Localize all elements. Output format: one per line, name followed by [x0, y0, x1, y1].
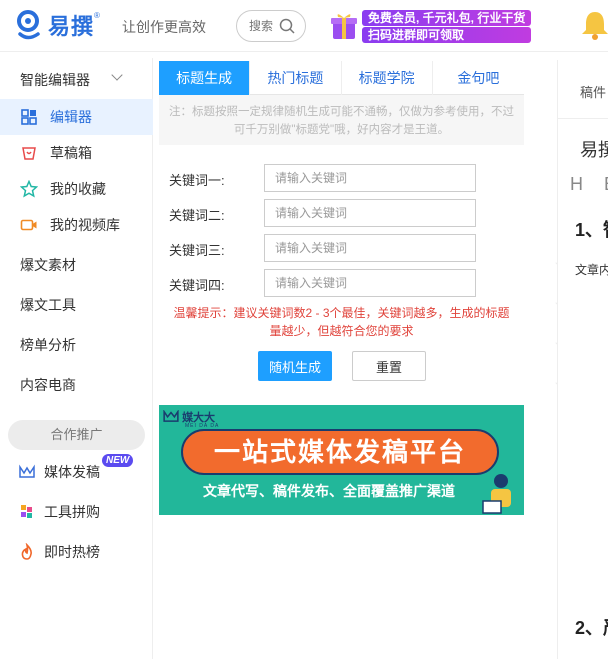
- sidebar-item-label: 编辑器: [50, 109, 92, 125]
- video-camera-icon: [20, 219, 37, 231]
- sidebar-item-label: 草稿箱: [50, 145, 92, 161]
- generate-button[interactable]: 随机生成: [258, 351, 332, 381]
- sidebar-item-smart-editor[interactable]: 智能编辑器: [0, 62, 153, 98]
- logo-text: 易撰: [48, 14, 95, 39]
- tab-hot-titles[interactable]: 热门标题: [250, 61, 342, 95]
- keyword-row-4: 关键词四:: [169, 269, 489, 297]
- puzzle-icon: [21, 505, 32, 518]
- sidebar-item-media-publish[interactable]: 媒体发稿 NEW: [0, 454, 153, 490]
- promo-banner[interactable]: 免费会员, 千元礼包, 行业干货 扫码进群即可领取: [330, 9, 532, 43]
- sidebar-item-label: 即时热榜: [44, 544, 100, 560]
- reset-button[interactable]: 重置: [352, 351, 426, 381]
- sidebar-item-label: 智能编辑器: [20, 72, 90, 88]
- hint-text: 温馨提示：建议关键词数2 - 3个最佳，关键词越多，生成的标题量越少，但越符合您…: [173, 306, 510, 338]
- editor-preview-panel: 稿件 易撰 H E 1、智 文章内 2、严: [557, 60, 608, 659]
- flame-icon: [21, 543, 32, 560]
- tab-golden-quotes[interactable]: 金句吧: [433, 61, 524, 95]
- sidebar-item-ranking[interactable]: 榜单分析: [0, 327, 567, 363]
- logo-icon: [17, 10, 40, 40]
- sidebar-item-hot-list[interactable]: 即时热榜: [0, 534, 153, 570]
- keyword-row-1: 关键词一:: [169, 164, 489, 192]
- sidebar-item-label: 爆文工具: [20, 297, 76, 313]
- sidebar-item-label: 榜单分析: [20, 337, 76, 353]
- sidebar-item-ecommerce[interactable]: 内容电商: [0, 367, 567, 403]
- star-icon: [20, 180, 38, 198]
- sidebar-item-label: 我的收藏: [50, 181, 106, 197]
- keyword-label: 关键词三:: [169, 243, 225, 258]
- keyword-input-1[interactable]: [264, 164, 476, 192]
- person-illustration-icon: [482, 474, 511, 514]
- search-icon[interactable]: [279, 18, 295, 34]
- sidebar-item-material[interactable]: 爆文素材: [0, 247, 567, 283]
- keyword-label: 关键词一:: [169, 173, 225, 188]
- tab-title-generate[interactable]: 标题生成: [159, 61, 251, 95]
- sidebar-item-videos[interactable]: 我的视频库: [0, 207, 153, 243]
- keyword-label: 关键词二:: [169, 208, 225, 223]
- search-box[interactable]: [236, 10, 306, 42]
- right-divider: [558, 118, 608, 119]
- sidebar-item-label: 内容电商: [20, 377, 76, 393]
- sidebar: 智能编辑器 编辑器 草稿箱 我的收藏 我的视频库 爆文素材 爆文工具 榜单分析 …: [0, 58, 567, 659]
- sidebar-item-label: 媒体发稿: [44, 464, 100, 480]
- section-heading-1: 1、智: [575, 220, 608, 240]
- logo-registered-mark: ®: [94, 10, 100, 20]
- coop-section-header: 合作推广: [8, 420, 145, 450]
- keyword-input-3[interactable]: [264, 234, 476, 262]
- promo-text-block: 免费会员, 千元礼包, 行业干货 扫码进群即可领取: [358, 9, 532, 43]
- top-header: 易撰 ® 让创作更高效 免费会员, 千元礼包, 行业干货 扫码进群即可领取: [0, 0, 608, 52]
- new-badge: NEW: [102, 454, 134, 467]
- tab-title-academy[interactable]: 标题学院: [342, 61, 433, 95]
- keyword-row-3: 关键词三:: [169, 234, 489, 262]
- banner-subtitle: 文章代写、稿件发布、全面覆盖推广渠道: [203, 483, 455, 499]
- sidebar-item-tools[interactable]: 爆文工具: [0, 287, 567, 323]
- bell-icon[interactable]: [578, 8, 608, 42]
- notice-text: 注：标题按照一定规律随机生成可能不通畅，仅做为参考使用，不过可千万别做"标题党"…: [159, 95, 524, 145]
- ad-banner[interactable]: 媒大大 MEI DA DA 一站式媒体发稿平台 文章代写、稿件发布、全面覆盖推广…: [159, 405, 524, 515]
- draft-box-icon: [22, 147, 36, 160]
- site-logo[interactable]: 易撰 ®: [14, 8, 100, 42]
- section-heading-2: 2、严: [575, 618, 608, 638]
- search-input[interactable]: [249, 19, 279, 33]
- banner-headline: 一站式媒体发稿平台: [181, 429, 499, 475]
- sidebar-item-group-buy[interactable]: 工具拼购: [0, 494, 153, 530]
- gift-icon: [331, 14, 357, 39]
- article-body-text: 文章内: [575, 263, 608, 277]
- grid-icon: [21, 109, 37, 125]
- media-logo-icon: [19, 464, 35, 478]
- heading-toolbar[interactable]: H E: [570, 174, 608, 195]
- media-logo-icon: [163, 409, 179, 422]
- sidebar-item-editor[interactable]: 编辑器: [0, 99, 153, 135]
- title-tabs: 标题生成 热门标题 标题学院 金句吧: [159, 61, 524, 95]
- keyword-label: 关键词四:: [169, 278, 225, 293]
- sidebar-item-drafts[interactable]: 草稿箱: [0, 135, 153, 171]
- right-tab-label[interactable]: 稿件: [580, 82, 606, 101]
- keyword-input-4[interactable]: [264, 269, 476, 297]
- keyword-row-2: 关键词二:: [169, 199, 489, 227]
- sidebar-item-label: 工具拼购: [44, 504, 100, 520]
- promo-line-2: 扫码进群即可领取: [362, 26, 532, 43]
- site-slogan: 让创作更高效: [122, 19, 206, 35]
- sidebar-item-favorites[interactable]: 我的收藏: [0, 171, 153, 207]
- keyword-input-2[interactable]: [264, 199, 476, 227]
- sidebar-item-label: 我的视频库: [50, 217, 120, 233]
- promo-line-1: 免费会员, 千元礼包, 行业干货: [362, 9, 532, 26]
- article-title: 易撰: [580, 140, 608, 160]
- sidebar-item-label: 爆文素材: [20, 257, 76, 273]
- chevron-down-icon: [111, 69, 123, 81]
